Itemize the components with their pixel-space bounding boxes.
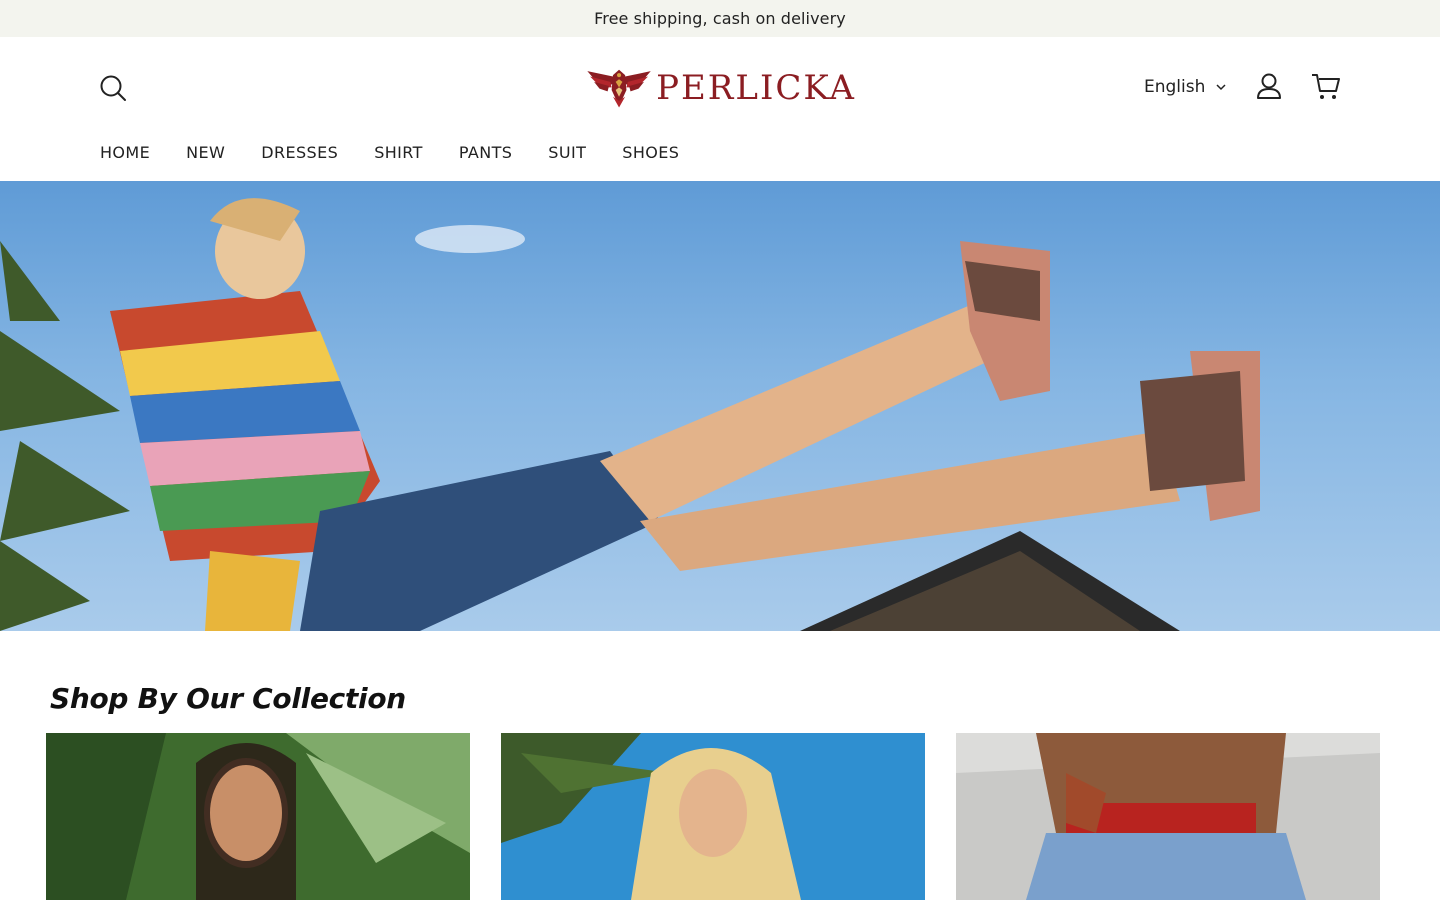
chevron-down-icon [1216, 84, 1226, 91]
user-icon [1257, 73, 1281, 99]
collection-card[interactable] [956, 733, 1380, 900]
nav-item-shoes[interactable]: SHOES [622, 141, 679, 165]
language-selector[interactable]: English [1144, 75, 1227, 99]
collection-title: Shop By Our Collection [50, 682, 406, 715]
search-button[interactable] [98, 73, 128, 103]
account-button[interactable] [1254, 71, 1284, 101]
announcement-bar: Free shipping, cash on delivery [0, 0, 1440, 37]
main-nav: HOME NEW DRESSES SHIRT PANTS SUIT SHOES [100, 141, 715, 165]
collection-image [46, 733, 470, 900]
search-icon [100, 75, 126, 101]
language-label: English [1144, 77, 1206, 97]
nav-item-dresses[interactable]: DRESSES [261, 141, 338, 165]
nav-item-new[interactable]: NEW [186, 141, 225, 165]
nav-item-shirt[interactable]: SHIRT [374, 141, 423, 165]
collection-card[interactable] [501, 733, 925, 900]
cart-icon [1312, 74, 1340, 99]
site-header: PERLICKA English HOME NEW DRESSES SHIRT … [0, 37, 1440, 181]
eagle-logo-icon [587, 69, 651, 108]
collection-image [501, 733, 925, 900]
cart-button[interactable] [1310, 71, 1342, 101]
announcement-text: Free shipping, cash on delivery [594, 9, 846, 28]
hero-banner[interactable] [0, 181, 1440, 631]
hero-image [0, 198, 1260, 631]
brand-name: PERLICKA [656, 68, 856, 108]
collection-image [956, 733, 1380, 900]
nav-item-suit[interactable]: SUIT [548, 141, 586, 165]
nav-item-home[interactable]: HOME [100, 141, 150, 165]
brand-logo[interactable]: PERLICKA [586, 57, 856, 119]
collection-card[interactable] [46, 733, 470, 900]
nav-item-pants[interactable]: PANTS [459, 141, 512, 165]
